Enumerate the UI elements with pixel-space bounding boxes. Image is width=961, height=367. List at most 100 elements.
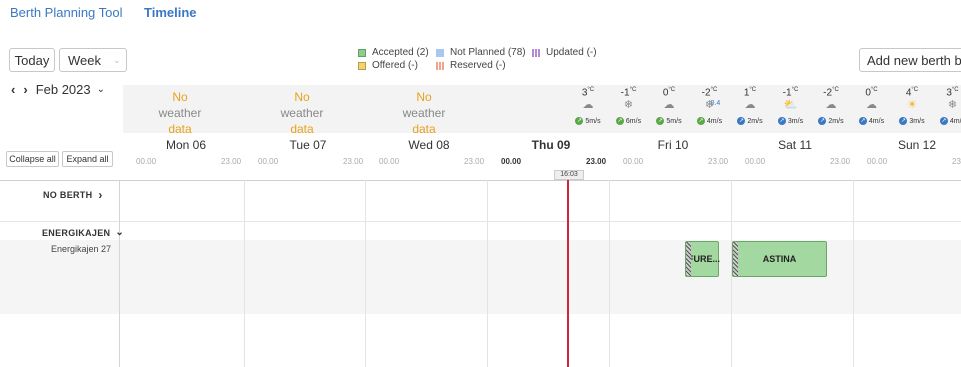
cloud-icon: ☁ xyxy=(825,99,837,112)
day-grid-line xyxy=(853,180,854,367)
sun-icon: ☀ xyxy=(907,99,917,112)
tick-start: 00.00 xyxy=(745,157,766,166)
legend-updated-label: Updated (-) xyxy=(546,47,597,58)
legend-updated: Updated (-) xyxy=(532,47,597,58)
day-grid-line xyxy=(244,180,245,367)
view-select[interactable]: Week ⌄ xyxy=(59,48,127,72)
precipitation: 0.4 xyxy=(710,100,721,107)
no-weather-wed: No weather data xyxy=(402,90,446,136)
day-header: Tue 07 xyxy=(289,138,327,152)
tick-end: 23.00 xyxy=(343,157,364,166)
wind: ↗ 5m/s xyxy=(656,117,682,126)
temperature: -2°C xyxy=(823,87,839,99)
label-column-border xyxy=(119,180,120,367)
vessel-fure[interactable]: FURE... xyxy=(685,241,720,277)
wind: ↗4m/s xyxy=(858,117,885,126)
temperature: 0°C xyxy=(662,87,676,99)
tick-start: 00.00 xyxy=(623,157,644,166)
temperature: 3°C xyxy=(581,87,595,99)
berth-energikajen-label: ENERGIKAJEN xyxy=(42,227,111,238)
tick-end: 23.00 xyxy=(586,157,607,166)
chevron-down-icon: ⌄ xyxy=(115,227,125,238)
weather-slot: 4°C ☀ ↗ 3m/s xyxy=(899,87,925,126)
berth-no-berth[interactable]: NO BERTH › xyxy=(43,188,103,202)
weather-slot: 3°C❄ ↗4m/s xyxy=(939,87,961,126)
berth-energikajen[interactable]: ENERGIKAJEN ⌄ xyxy=(42,227,124,238)
legend-reserved: Reserved (-) xyxy=(436,60,506,71)
weather-slot: -2°C ☁ ↗ 2m/s xyxy=(818,87,844,126)
vessel-astina[interactable]: ASTINA xyxy=(732,241,827,277)
no-weather-mon: No weather data xyxy=(158,90,202,136)
temperature: 0°C xyxy=(865,87,878,99)
no-weather-tue: No weather data xyxy=(280,90,324,136)
day-grid-line xyxy=(487,180,488,367)
not-planned-swatch xyxy=(436,48,444,57)
temperature: -1°C xyxy=(620,87,637,99)
cloud-icon: ☁ xyxy=(744,99,756,112)
tab-timeline[interactable]: Timeline xyxy=(144,5,197,20)
legend-accepted-label: Accepted (2) xyxy=(372,47,429,58)
weather-slot: 3°C ☁ ↗ 5m/s xyxy=(575,87,601,126)
tick-end: 23.00 xyxy=(952,157,961,166)
tick-start: 00.00 xyxy=(258,157,279,166)
wind: ↗ 3m/s xyxy=(899,117,925,126)
vessel-hatch xyxy=(686,242,691,276)
wind-direction-icon: ↗ xyxy=(939,117,948,126)
day-header: Sat 11 xyxy=(778,138,812,152)
wind: ↗ 2m/s xyxy=(737,117,763,126)
accepted-swatch xyxy=(358,48,366,57)
month-label[interactable]: Feb 2023 xyxy=(36,82,91,97)
wind-direction-icon: ↗ xyxy=(818,117,827,126)
berth-energikajen-27: Energikajen 27 xyxy=(51,244,112,254)
day-grid-line xyxy=(365,180,366,367)
legend-not-planned: Not Planned (78) xyxy=(436,47,526,58)
chevron-down-icon[interactable]: ⌄ xyxy=(97,84,105,95)
day-header: Mon 06 xyxy=(165,138,207,152)
wind-direction-icon: ↗ xyxy=(858,117,867,126)
weather-slot: -1°C ⛅ ↗ 3m/s xyxy=(777,87,804,126)
tick-end: 23.00 xyxy=(830,157,851,166)
tick-end: 23.00 xyxy=(464,157,485,166)
chevron-right-icon[interactable]: › xyxy=(23,82,27,97)
legend-not-planned-label: Not Planned (78) xyxy=(450,47,526,58)
day-header: Thu 09 xyxy=(531,138,571,152)
partly-snow-icon: ❄ xyxy=(947,99,958,112)
tick-end: 23.00 xyxy=(221,157,242,166)
wind: ↗4m/s xyxy=(696,117,723,126)
month-nav: ‹ › Feb 2023 ⌄ xyxy=(11,82,105,97)
wind-direction-icon: ↗ xyxy=(615,117,624,126)
legend-offered-label: Offered (-) xyxy=(372,60,418,71)
wind: ↗ 5m/s xyxy=(575,117,601,126)
view-select-value: Week xyxy=(68,52,101,68)
wind-direction-icon: ↗ xyxy=(737,117,746,126)
offered-swatch xyxy=(358,61,366,70)
updated-swatch xyxy=(532,48,540,57)
chevron-left-icon[interactable]: ‹ xyxy=(11,82,15,97)
vessel-astina-label: ASTINA xyxy=(762,254,797,264)
cloud-icon: ☁ xyxy=(582,99,594,112)
collapse-all-button[interactable]: Collapse all xyxy=(6,151,59,167)
tick-start: 00.00 xyxy=(501,157,522,166)
chevron-down-icon: ⌄ xyxy=(113,54,121,65)
tick-start: 00.00 xyxy=(379,157,400,166)
cloud-icon: ☁ xyxy=(663,99,675,112)
grid-top-border xyxy=(0,180,961,181)
temperature: -1°C xyxy=(782,87,799,99)
wind: ↗ 6m/s xyxy=(615,117,642,126)
expand-all-button[interactable]: Expand all xyxy=(62,151,113,167)
partly-snow-icon: ❄ xyxy=(623,99,634,112)
weather-slot: 0°C ☁ ↗ 5m/s xyxy=(656,87,682,126)
cloud-icon: ☁ xyxy=(866,99,877,112)
tab-berth-planning-tool[interactable]: Berth Planning Tool xyxy=(10,5,123,20)
vessel-hatch xyxy=(733,242,738,276)
wind-direction-icon: ↗ xyxy=(656,117,665,126)
wind-direction-icon: ↗ xyxy=(899,117,908,126)
today-button[interactable]: Today xyxy=(9,48,55,72)
wind-direction-icon: ↗ xyxy=(777,117,786,126)
reserved-swatch xyxy=(436,61,444,70)
legend-offered: Offered (-) xyxy=(358,60,418,71)
weather-slot: 0°C ☁ ↗ 4m/s xyxy=(858,87,885,126)
add-berth-block-button[interactable]: Add new berth block xyxy=(859,48,961,72)
weather-slot: -1°C ❄ ↗ 6m/s xyxy=(615,87,642,126)
day-header: Fri 10 xyxy=(657,138,689,152)
